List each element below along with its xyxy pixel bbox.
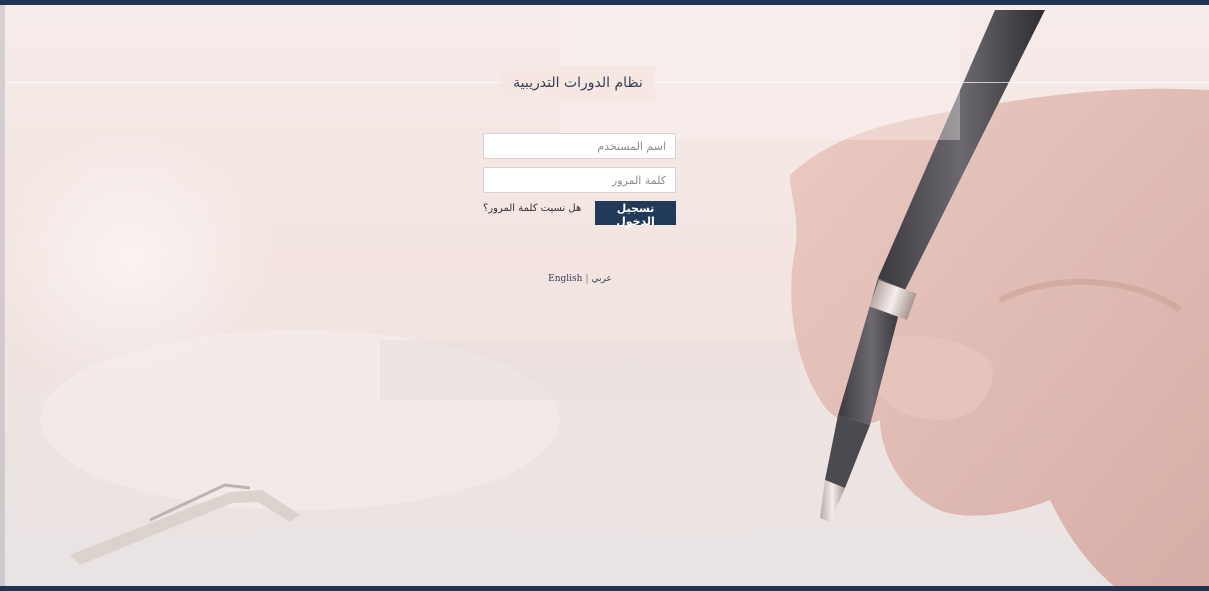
language-english-link[interactable]: English [548,274,582,284]
left-edge [0,5,5,586]
language-separator: | [585,274,589,284]
page-title-box: نظام الدورات التدريبية [501,66,655,100]
login-button[interactable]: تسجيل الدخول [595,201,676,228]
bottom-accent-bar [0,586,1209,591]
login-form: تسجيل الدخول هل نسيت كلمة المرور؟ [483,133,676,228]
top-accent-bar [0,0,1209,5]
username-field[interactable] [483,133,676,159]
language-arabic-link[interactable]: عربي [592,274,612,284]
password-field[interactable] [483,167,676,193]
forgot-password-link[interactable]: هل نسيت كلمة المرور؟ [483,203,581,214]
language-switcher: English | عربي [540,274,620,284]
login-page: نظام الدورات التدريبية تسجيل الدخول هل ن… [0,0,1209,591]
login-actions: تسجيل الدخول هل نسيت كلمة المرور؟ [483,201,676,228]
page-title: نظام الدورات التدريبية [513,75,643,91]
